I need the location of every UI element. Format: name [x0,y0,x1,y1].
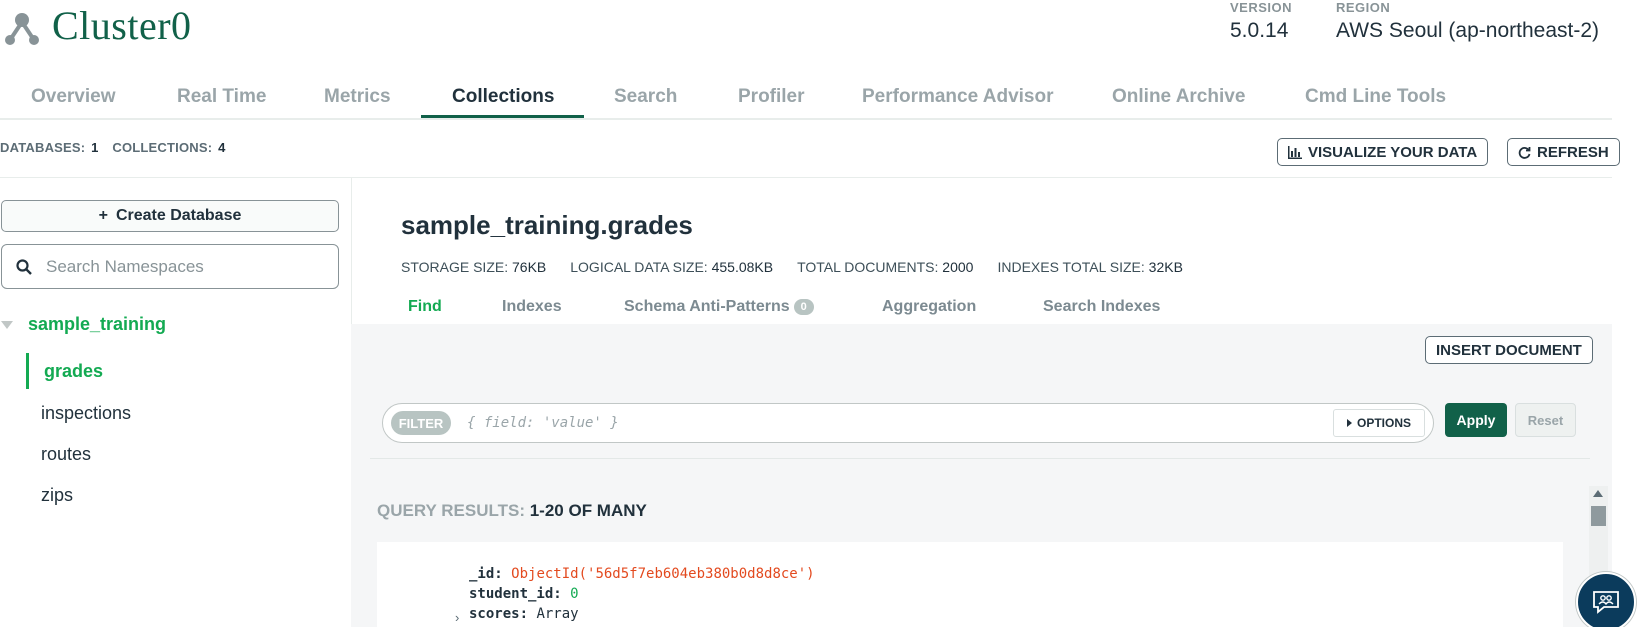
cluster-tabs: Overview Real Time Metrics Collections S… [0,80,1612,120]
collection-title: sample_training.grades [401,210,693,240]
expand-arrow-icon[interactable]: › [455,610,459,625]
collection-subtabs: Find Indexes Schema Anti-Patterns 0 Aggr… [351,294,1612,324]
databases-count: 1 [91,140,99,155]
doc-value-scores: Array [536,606,579,622]
schema-anti-patterns-count: 0 [793,299,814,315]
namespace-search [1,244,339,289]
schema-anti-patterns-label: Schema Anti-Patterns [624,298,790,315]
subtab-search-indexes[interactable]: Search Indexes [1043,298,1160,316]
version-label: VERSION [1230,0,1293,15]
collection-item-grades[interactable]: grades [26,353,346,389]
tab-online-archive[interactable]: Online Archive [1112,86,1245,108]
doc-key-id: _id: [469,566,503,582]
search-icon [16,258,32,275]
apply-button[interactable]: Apply [1445,403,1507,437]
visualize-data-label: VISUALIZE YOUR DATA [1308,143,1478,161]
databases-label: DATABASES: [0,140,86,155]
collections-count: 4 [218,140,226,155]
tab-metrics[interactable]: Metrics [324,86,391,108]
refresh-icon [1518,146,1531,159]
subtab-indexes[interactable]: Indexes [502,298,562,316]
subtab-schema-anti-patterns[interactable]: Schema Anti-Patterns 0 [624,298,814,316]
cluster-title: Cluster0 [52,3,192,48]
scrollbar-thumb[interactable] [1591,506,1606,526]
storage-size: STORAGE SIZE: 76KB [401,259,547,275]
filter-label: FILTER [391,411,451,435]
tab-real-time[interactable]: Real Time [177,86,266,108]
collection-stats: STORAGE SIZE: 76KB LOGICAL DATA SIZE: 45… [401,259,1183,275]
options-label: OPTIONS [1356,416,1411,430]
collection-item-routes[interactable]: routes [26,436,346,472]
doc-key-scores: scores: [469,606,529,622]
database-name: sample_training [28,314,167,334]
tab-cmd-line-tools[interactable]: Cmd Line Tools [1305,86,1446,108]
tab-search[interactable]: Search [614,86,677,108]
bar-chart-icon [1288,145,1302,159]
collections-label: COLLECTIONS: [112,140,213,155]
collection-item-inspections[interactable]: inspections [26,395,346,431]
visualize-data-button[interactable]: VISUALIZE YOUR DATA [1277,138,1489,166]
query-results-label: QUERY RESULTS: [377,501,525,520]
doc-field-id: _id: ObjectId('56d5f7eb604eb380b0d8d8ce'… [469,566,815,582]
total-documents: TOTAL DOCUMENTS: 2000 [797,259,974,275]
active-tab-indicator [421,115,584,118]
insert-document-button[interactable]: INSERT DOCUMENT [1425,336,1593,364]
subtab-find[interactable]: Find [408,298,442,316]
cluster-icon [5,13,39,45]
doc-field-student-id: student_id: 0 [469,586,579,602]
cluster-header: Cluster0 VERSION 5.0.14 REGION AWS Seoul… [0,0,1640,80]
search-namespaces-input[interactable] [46,256,316,277]
doc-value-id: ObjectId('56d5f7eb604eb380b0d8d8ce') [511,566,815,582]
caret-right-icon [1346,419,1352,427]
collection-item-zips[interactable]: zips [26,477,346,513]
version-block: VERSION 5.0.14 [1230,0,1292,43]
tab-overview[interactable]: Overview [31,86,116,108]
create-database-button[interactable]: + Create Database [1,200,339,232]
query-results-range: 1-20 OF MANY [529,501,647,520]
tab-profiler[interactable]: Profiler [738,86,805,108]
doc-field-scores[interactable]: scores: Array [469,606,579,622]
region-label: REGION [1336,0,1391,15]
support-chat-button[interactable] [1576,572,1636,627]
refresh-label: REFRESH [1537,143,1609,161]
tab-performance-advisor[interactable]: Performance Advisor [862,86,1053,108]
database-item[interactable]: sample_training [0,314,166,335]
region-value: AWS Seoul (ap-northeast-2) [1336,19,1600,42]
plus-icon: + [98,207,108,224]
subtab-aggregation[interactable]: Aggregation [882,298,976,316]
region-block: REGION AWS Seoul (ap-northeast-2) [1336,0,1599,43]
filter-bar: FILTER OPTIONS [382,403,1434,443]
version-value: 5.0.14 [1230,19,1289,42]
doc-value-student-id: 0 [570,586,579,602]
reset-button[interactable]: Reset [1515,403,1576,437]
tab-collections[interactable]: Collections [452,86,554,108]
create-database-label: Create Database [115,207,242,224]
doc-key-student-id: student_id: [469,586,562,602]
caret-down-icon [1,320,13,329]
namespace-stats: DATABASES: 1 COLLECTIONS: 4 [0,140,236,155]
indexes-total-size: INDEXES TOTAL SIZE: 32KB [997,259,1183,275]
filter-divider [370,458,1590,459]
scroll-up-arrow-icon[interactable] [1593,490,1603,497]
chat-icon [1593,591,1619,614]
refresh-button[interactable]: REFRESH [1507,138,1620,166]
filter-input[interactable] [467,411,1307,435]
header-divider [0,177,1612,178]
logical-data-size: LOGICAL DATA SIZE: 455.08KB [570,259,774,275]
query-results-summary: QUERY RESULTS: 1-20 OF MANY [377,501,647,521]
options-toggle[interactable]: OPTIONS [1333,409,1425,437]
